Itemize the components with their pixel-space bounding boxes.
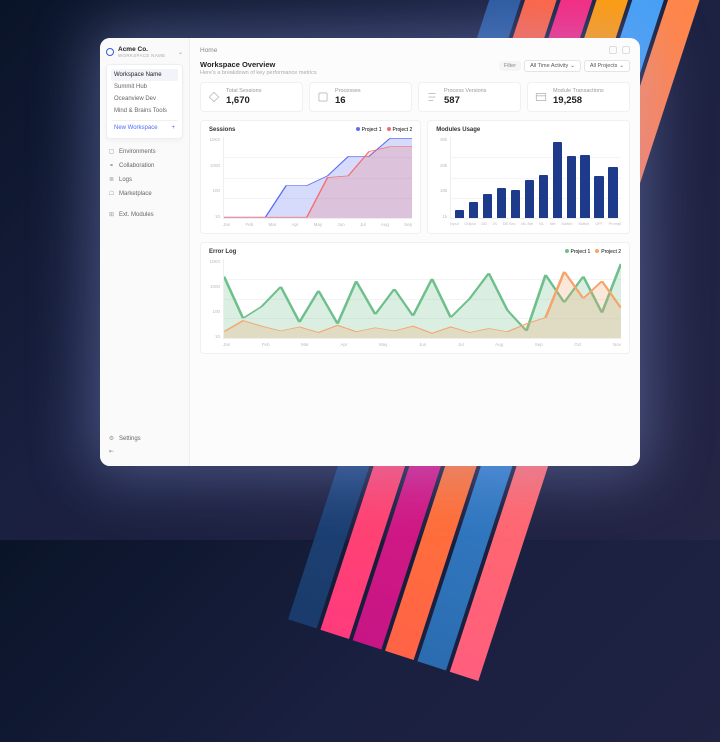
kpi-processes: Processes16 xyxy=(309,82,412,112)
sidebar-item-marketplace[interactable]: ☖Marketplace xyxy=(106,187,183,200)
filter-projects[interactable]: All Projects⌄ xyxy=(584,60,630,72)
kpi-row: Total Sessions1,670 Processes16 Process … xyxy=(190,82,640,120)
modules-chart-card: Modules Usage 30k20k10k1k InputOutputDBJ… xyxy=(427,120,630,234)
modules-plot xyxy=(450,137,621,219)
sessions-plot xyxy=(223,137,412,219)
filter-activity[interactable]: All Time Activity⌄ xyxy=(524,60,581,72)
store-icon: ☖ xyxy=(108,190,115,197)
sidebar-item-ext-modules[interactable]: ⊞Ext. Modules xyxy=(106,208,183,221)
workspace-option[interactable]: Mind & Brains Tools xyxy=(111,105,178,117)
workspace-option[interactable]: Summit Hub xyxy=(111,81,178,93)
bar xyxy=(497,188,506,218)
sidebar-nav: ▢Environments ⚭Collaboration ≣Logs ☖Mark… xyxy=(106,145,183,221)
bar xyxy=(567,156,576,218)
chevron-down-icon: ⌄ xyxy=(178,49,183,56)
bar xyxy=(553,142,562,218)
x-axis: JanFebMarAprMayJunJulAugSepOctNov xyxy=(209,342,621,347)
bar xyxy=(525,180,534,218)
versions-icon xyxy=(425,90,439,104)
kpi-module-transactions: Module Transactions19,258 xyxy=(527,82,630,112)
bar xyxy=(469,202,478,218)
bar xyxy=(483,194,492,218)
new-workspace-label: New Workspace xyxy=(114,125,158,131)
y-axis: 10K0100010010 xyxy=(209,137,223,219)
box-icon: ▢ xyxy=(108,148,115,155)
sidebar-item-environments[interactable]: ▢Environments xyxy=(106,145,183,158)
modules-chart-title: Modules Usage xyxy=(436,127,480,133)
main-content: Home Workspace Overview Here's a breakdo… xyxy=(190,38,640,466)
sidebar-item-collaboration[interactable]: ⚭Collaboration xyxy=(106,159,183,172)
bar xyxy=(511,190,520,218)
x-axis: InputOutputDBJSDB SecML NetNLNetSwitchSw… xyxy=(436,222,621,226)
x-axis: JanFebMarAprMayJunJulAugSep xyxy=(209,222,412,227)
workspace-subtitle: WORKSPACE NAME xyxy=(118,53,165,58)
people-icon: ⚭ xyxy=(108,162,115,169)
workspace-name: Acme Co. xyxy=(118,46,165,53)
chevron-down-icon: ⌄ xyxy=(570,63,575,69)
bar xyxy=(580,155,589,218)
plus-icon: + xyxy=(171,125,175,131)
app-window: Acme Co. WORKSPACE NAME ⌄ Workspace Name… xyxy=(100,38,640,466)
filter-label: Filter xyxy=(499,61,521,71)
sidebar-item-logs[interactable]: ≣Logs xyxy=(106,173,183,186)
error-log-card: Error Log Project 1 Project 2 10K0100010… xyxy=(200,242,630,354)
collapse-icon: ⇤ xyxy=(108,448,115,455)
bar xyxy=(455,210,464,218)
logs-icon: ≣ xyxy=(108,176,115,183)
bar xyxy=(608,167,617,218)
workspace-switcher[interactable]: Acme Co. WORKSPACE NAME ⌄ xyxy=(106,46,183,58)
bar xyxy=(539,175,548,218)
legend-item: Project 2 xyxy=(387,127,413,133)
chevron-down-icon: ⌄ xyxy=(619,63,624,69)
error-log-title: Error Log xyxy=(209,249,236,255)
transactions-icon xyxy=(534,90,548,104)
sessions-icon xyxy=(207,90,221,104)
page-subtitle: Here's a breakdown of key performance me… xyxy=(200,70,317,76)
processes-icon xyxy=(316,90,330,104)
topbar: Home xyxy=(190,38,640,60)
new-workspace-button[interactable]: New Workspace + xyxy=(111,120,178,134)
legend-item: Project 2 xyxy=(595,249,621,255)
help-icon[interactable] xyxy=(609,46,617,54)
module-icon: ⊞ xyxy=(108,211,115,218)
sidebar-collapse-button[interactable]: ⇤ xyxy=(106,445,183,458)
page-header: Workspace Overview Here's a breakdown of… xyxy=(190,60,640,82)
sessions-chart-card: Sessions Project 1 Project 2 10K01000100… xyxy=(200,120,421,234)
legend-item: Project 1 xyxy=(356,127,382,133)
workspace-dropdown-panel: Workspace Name Summit Hub Oceanview Dev … xyxy=(106,64,183,139)
error-plot xyxy=(223,259,621,339)
sidebar: Acme Co. WORKSPACE NAME ⌄ Workspace Name… xyxy=(100,38,190,466)
workspace-option[interactable]: Oceanview Dev xyxy=(111,93,178,105)
workspace-badge-icon xyxy=(106,48,114,56)
y-axis: 30k20k10k1k xyxy=(436,137,450,219)
sessions-chart-title: Sessions xyxy=(209,127,235,133)
kpi-total-sessions: Total Sessions1,670 xyxy=(200,82,303,112)
gear-icon: ⚙ xyxy=(108,435,115,442)
workspace-panel-label[interactable]: Workspace Name xyxy=(111,69,178,81)
breadcrumb[interactable]: Home xyxy=(200,47,217,54)
kpi-process-versions: Process Versions587 xyxy=(418,82,521,112)
legend-item: Project 1 xyxy=(565,249,591,255)
bar xyxy=(594,176,603,218)
page-title: Workspace Overview xyxy=(200,60,317,69)
expand-icon[interactable] xyxy=(622,46,630,54)
sidebar-item-settings[interactable]: ⚙Settings xyxy=(106,432,183,445)
y-axis: 10K0100010010 xyxy=(209,259,223,339)
